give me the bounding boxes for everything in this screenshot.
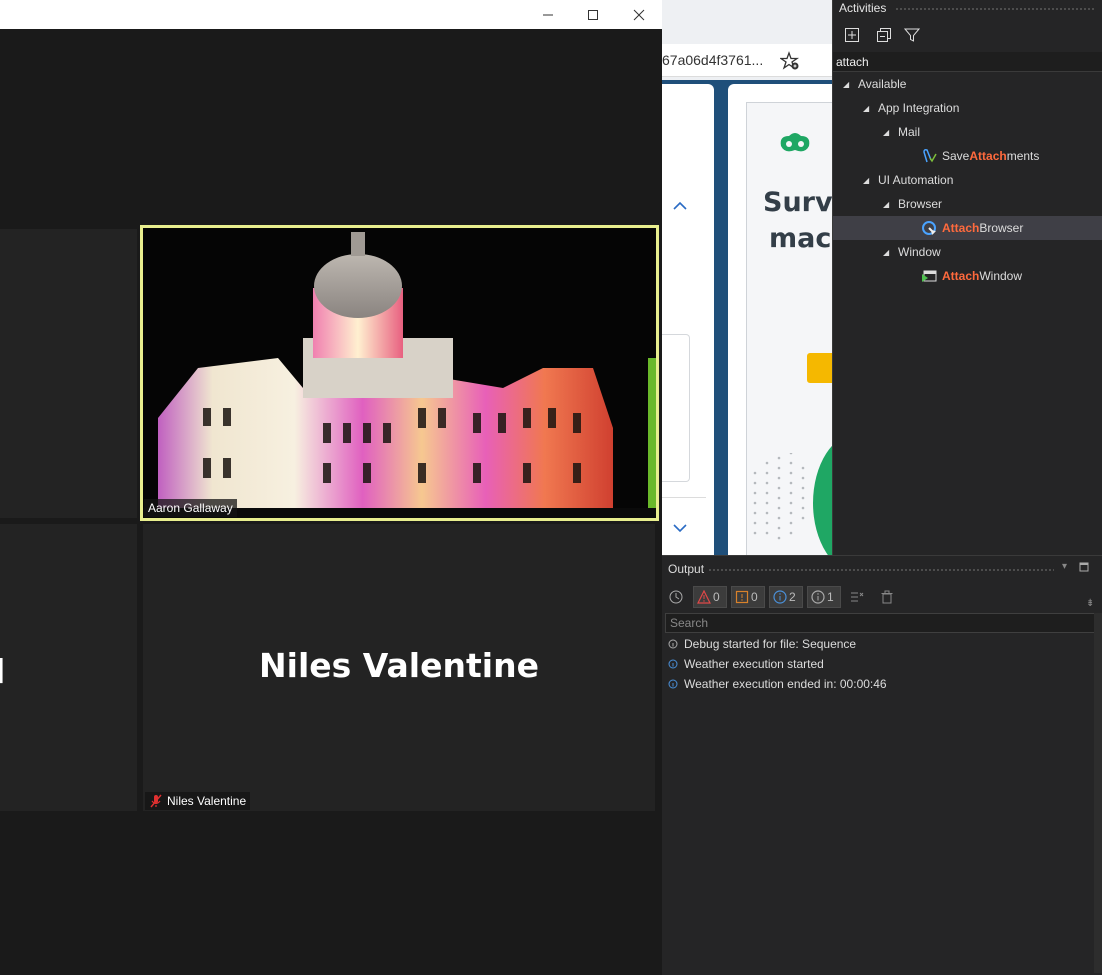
- minimize-icon: [543, 14, 553, 15]
- panel-drag-handle[interactable]: [895, 7, 1095, 11]
- maximize-button[interactable]: [570, 0, 616, 29]
- trace-log-icon: [668, 639, 678, 649]
- decorative-circle: [813, 433, 832, 555]
- meeting-titlebar: [0, 0, 662, 29]
- participant-display-name: l: [0, 652, 5, 691]
- log-entry[interactable]: Weather execution started: [668, 654, 824, 674]
- browser-window: 67a06d4f3761... Surv mac: [662, 0, 832, 555]
- meeting-window: l: [0, 0, 662, 975]
- expand-all-icon: [845, 28, 859, 42]
- timestamp-toggle-icon[interactable]: [669, 590, 683, 604]
- panel-title: Output: [668, 562, 705, 576]
- error-icon: [697, 590, 711, 604]
- activities-search-input[interactable]: attach: [833, 52, 1102, 72]
- divider: [662, 497, 706, 498]
- minimize-button[interactable]: [525, 0, 571, 29]
- filter-button[interactable]: [901, 25, 923, 45]
- clear-trash-icon[interactable]: [880, 590, 894, 604]
- attach-browser-icon: [922, 221, 936, 235]
- panel-options-icon[interactable]: ▾: [1062, 561, 1067, 572]
- participant-tile[interactable]: [0, 229, 137, 518]
- errors-filter-button[interactable]: 0: [693, 586, 727, 608]
- address-text: 67a06d4f3761...: [662, 52, 764, 68]
- output-scrollbar[interactable]: [1094, 613, 1102, 973]
- participant-tile[interactable]: Niles Valentine Niles Valentine: [143, 524, 655, 811]
- activity-save-attachments[interactable]: Save Attach ments: [833, 144, 1102, 168]
- output-search-input[interactable]: Search: [665, 613, 1095, 633]
- filter-icon: [904, 28, 920, 42]
- address-bar[interactable]: 67a06d4f3761...: [662, 44, 832, 77]
- participant-name-tag: Aaron Gallaway: [144, 499, 237, 517]
- page-card: [662, 84, 714, 555]
- expanded-triangle-icon: ◢: [863, 175, 870, 185]
- tree-node-window[interactable]: ◢ Window: [833, 240, 1102, 264]
- attach-window-icon: [922, 270, 937, 282]
- expanded-triangle-icon: ◢: [883, 127, 890, 137]
- collapse-all-icon: [877, 28, 891, 42]
- expanded-triangle-icon: ◢: [883, 247, 890, 257]
- tree-node-ui-automation[interactable]: ◢ UI Automation: [833, 168, 1102, 192]
- scroll-indicator-icon: ⇟: [1086, 598, 1095, 609]
- decorative-dots: [753, 453, 805, 540]
- maximize-panel-icon[interactable]: [1079, 562, 1089, 572]
- warnings-filter-button[interactable]: 0: [731, 586, 765, 608]
- activities-panel: Activities attach ◢ Available ◢ App Inte…: [832, 0, 1102, 555]
- info-icon: [773, 590, 787, 604]
- trace-icon: [811, 590, 825, 604]
- log-entry[interactable]: Weather execution ended in: 00:00:46: [668, 674, 887, 694]
- surveymonkey-logo-icon: [780, 133, 810, 152]
- close-icon: [633, 9, 645, 20]
- activity-attach-browser[interactable]: Attach Browser: [833, 216, 1102, 240]
- chevron-down-icon[interactable]: [672, 522, 688, 534]
- activity-attach-window[interactable]: Attach Window: [833, 264, 1102, 288]
- expanded-triangle-icon: ◢: [863, 103, 870, 113]
- panel-title: Activities: [839, 1, 887, 15]
- info-log-icon: [668, 659, 678, 669]
- log-entry[interactable]: Debug started for file: Sequence: [668, 634, 856, 654]
- page-card: Surv mac: [728, 84, 832, 555]
- expand-all-button[interactable]: [841, 25, 863, 45]
- active-speaker-tile[interactable]: Aaron Gallaway: [140, 225, 659, 521]
- collapse-all-button[interactable]: [873, 25, 895, 45]
- participant-tile[interactable]: l: [0, 524, 137, 811]
- tree-node-app-integration[interactable]: ◢ App Integration: [833, 96, 1102, 120]
- input-box[interactable]: [662, 334, 690, 482]
- tree-node-available[interactable]: ◢ Available: [833, 72, 1102, 96]
- participant-name-tag: Niles Valentine: [145, 792, 251, 810]
- trace-filter-button[interactable]: 1: [807, 586, 841, 608]
- muted-mic-icon: [150, 794, 162, 808]
- settings-list-icon[interactable]: [850, 590, 864, 604]
- tree-node-mail[interactable]: ◢ Mail: [833, 120, 1102, 144]
- chevron-up-icon[interactable]: [672, 200, 688, 212]
- output-panel: Output ▾ 0 0 2 1 ⇟ Search Debug started …: [662, 555, 1102, 975]
- save-attachments-icon: [923, 149, 937, 163]
- maximize-icon: [588, 9, 598, 20]
- bookmark-star-icon[interactable]: [780, 51, 800, 71]
- participant-display-name: Niles Valentine: [259, 646, 539, 685]
- panel-drag-handle[interactable]: [708, 568, 1054, 572]
- video-feed: [143, 228, 656, 518]
- expanded-triangle-icon: ◢: [883, 199, 890, 209]
- close-button[interactable]: [616, 0, 662, 29]
- warning-icon: [735, 590, 749, 604]
- expanded-triangle-icon: ◢: [843, 79, 850, 89]
- survey-preview: Surv mac: [746, 102, 832, 555]
- info-log-icon: [668, 679, 678, 689]
- tree-node-browser[interactable]: ◢ Browser: [833, 192, 1102, 216]
- cta-button[interactable]: [807, 353, 832, 383]
- info-filter-button[interactable]: 2: [769, 586, 803, 608]
- page-heading: Surv mac: [763, 187, 832, 254]
